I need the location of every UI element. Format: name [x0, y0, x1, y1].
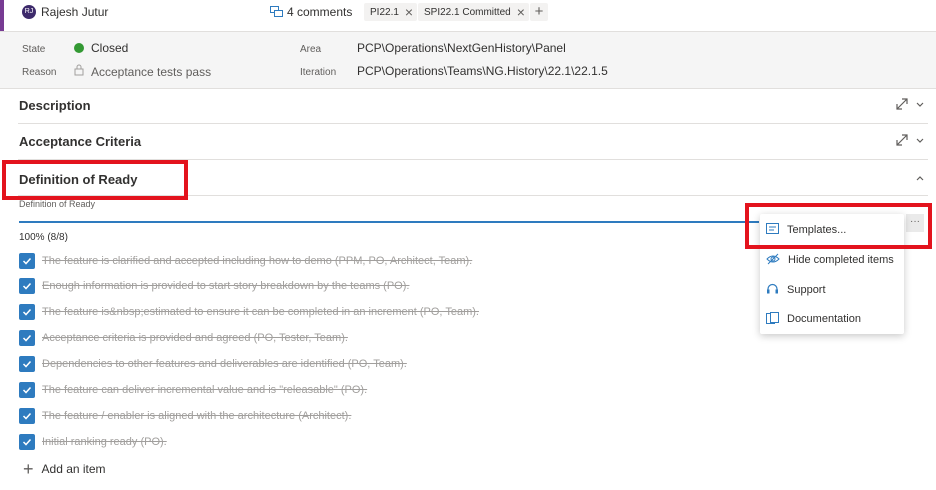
reason-value: Acceptance tests pass [91, 64, 212, 79]
comment-icon [270, 6, 283, 18]
checkbox-checked[interactable] [19, 278, 35, 294]
checkmark-icon [22, 257, 32, 265]
expand-icon[interactable] [896, 134, 908, 146]
add-item-label: Add an item [41, 462, 106, 476]
checklist-item-text[interactable]: Enough information is provided to start … [42, 280, 409, 292]
checklist-field-label: Definition of Ready [19, 199, 96, 209]
area-value: PCP\Operations\NextGenHistory\Panel [357, 41, 566, 55]
checklist-item-text[interactable]: The feature is clarified and accepted in… [42, 255, 472, 267]
checkmark-icon [22, 412, 32, 420]
checklist-item-text[interactable]: The feature can deliver incremental valu… [42, 384, 367, 396]
state-value: Closed [91, 41, 129, 55]
menu-item-hide-completed[interactable]: Hide completed items [760, 246, 904, 274]
remove-tag-icon[interactable]: × [405, 5, 413, 19]
checkbox-checked[interactable] [19, 408, 35, 424]
checklist-item-text[interactable]: The feature / enabler is aligned with th… [42, 410, 351, 422]
reason-label: Reason [22, 67, 57, 78]
comments-link[interactable]: 4 comments [270, 5, 352, 19]
chevron-up-icon[interactable] [916, 172, 924, 184]
header-bar: RJ Rajesh Jutur 4 comments PI22.1 × SPI2… [0, 0, 936, 28]
work-item-fields: State Closed Reason Acceptance tests pas… [0, 31, 936, 89]
checklist-progress-text: 100% (8/8) [19, 232, 68, 243]
document-icon [766, 311, 779, 327]
checkbox-checked[interactable] [19, 382, 35, 398]
checklist-item: Dependencies to other features and deliv… [19, 355, 579, 373]
assigned-user-name[interactable]: Rajesh Jutur [41, 5, 108, 19]
description-section-header[interactable]: Description [18, 88, 928, 124]
checklist-item: The feature is&nbsp;estimated to ensure … [19, 303, 579, 321]
avatar[interactable]: RJ [22, 5, 36, 19]
acceptance-criteria-section-header[interactable]: Acceptance Criteria [18, 124, 928, 160]
checkbox-checked[interactable] [19, 330, 35, 346]
area-label: Area [300, 44, 322, 55]
checkmark-icon [22, 438, 32, 446]
checkbox-checked[interactable] [19, 356, 35, 372]
tag-chip: SPI22.1 Committed × [418, 3, 529, 21]
checkmark-icon [22, 308, 32, 316]
plus-icon: + [23, 459, 34, 479]
highlight-box [745, 203, 932, 249]
state-color-dot [74, 43, 84, 53]
checklist-item-text[interactable]: Initial ranking ready (PO). [42, 436, 167, 448]
checkmark-icon [22, 360, 32, 368]
chevron-down-icon[interactable] [916, 98, 924, 110]
checkmark-icon [22, 334, 32, 342]
comments-count: 4 comments [287, 5, 353, 19]
checklist-item: The feature can deliver incremental valu… [19, 381, 579, 399]
menu-item-label: Documentation [787, 313, 861, 325]
checklist-item: Initial ranking ready (PO). [19, 433, 579, 451]
checklist-item-text[interactable]: Dependencies to other features and deliv… [42, 358, 407, 370]
checkbox-checked[interactable] [19, 253, 35, 269]
checklist-item-text[interactable]: The feature is&nbsp;estimated to ensure … [42, 306, 479, 318]
section-title: Description [19, 98, 91, 113]
checklist-item: Acceptance criteria is provided and agre… [19, 329, 579, 347]
checkmark-icon [22, 282, 32, 290]
lock-icon [74, 64, 84, 79]
menu-item-documentation[interactable]: Documentation [760, 305, 904, 333]
menu-item-label: Support [787, 284, 826, 296]
state-label: State [22, 44, 46, 55]
iteration-label: Iteration [300, 67, 337, 78]
checkmark-icon [22, 386, 32, 394]
checkbox-checked[interactable] [19, 434, 35, 450]
add-tag-button[interactable]: + [530, 3, 548, 21]
checklist-progress-bar [19, 221, 759, 223]
tag-chip: PI22.1 × [364, 3, 418, 21]
iteration-value: PCP\Operations\Teams\NG.History\22.1\22.… [357, 64, 608, 78]
area-field[interactable]: PCP\Operations\NextGenHistory\Panel [357, 41, 566, 55]
tag-label: SPI22.1 Committed [424, 6, 511, 18]
add-item-button[interactable]: + Add an item [23, 459, 106, 479]
checklist-item-text[interactable]: Acceptance criteria is provided and agre… [42, 332, 348, 344]
menu-item-label: Hide completed items [788, 254, 894, 266]
remove-tag-icon[interactable]: × [517, 5, 525, 19]
section-title: Acceptance Criteria [19, 134, 142, 149]
state-field[interactable]: Closed [74, 41, 128, 55]
checkbox-checked[interactable] [19, 304, 35, 320]
chevron-down-icon[interactable] [916, 134, 924, 146]
highlight-box [2, 160, 188, 200]
checklist-item: The feature / enabler is aligned with th… [19, 407, 579, 425]
headset-icon [766, 283, 779, 298]
menu-item-support[interactable]: Support [760, 276, 904, 304]
eye-hidden-icon [766, 253, 780, 268]
checklist-item: Enough information is provided to start … [19, 277, 579, 295]
reason-field: Acceptance tests pass [74, 64, 211, 79]
tag-label: PI22.1 [370, 6, 399, 18]
iteration-field[interactable]: PCP\Operations\Teams\NG.History\22.1\22.… [357, 64, 608, 78]
expand-icon[interactable] [896, 98, 908, 110]
checklist-item: The feature is clarified and accepted in… [19, 252, 579, 270]
